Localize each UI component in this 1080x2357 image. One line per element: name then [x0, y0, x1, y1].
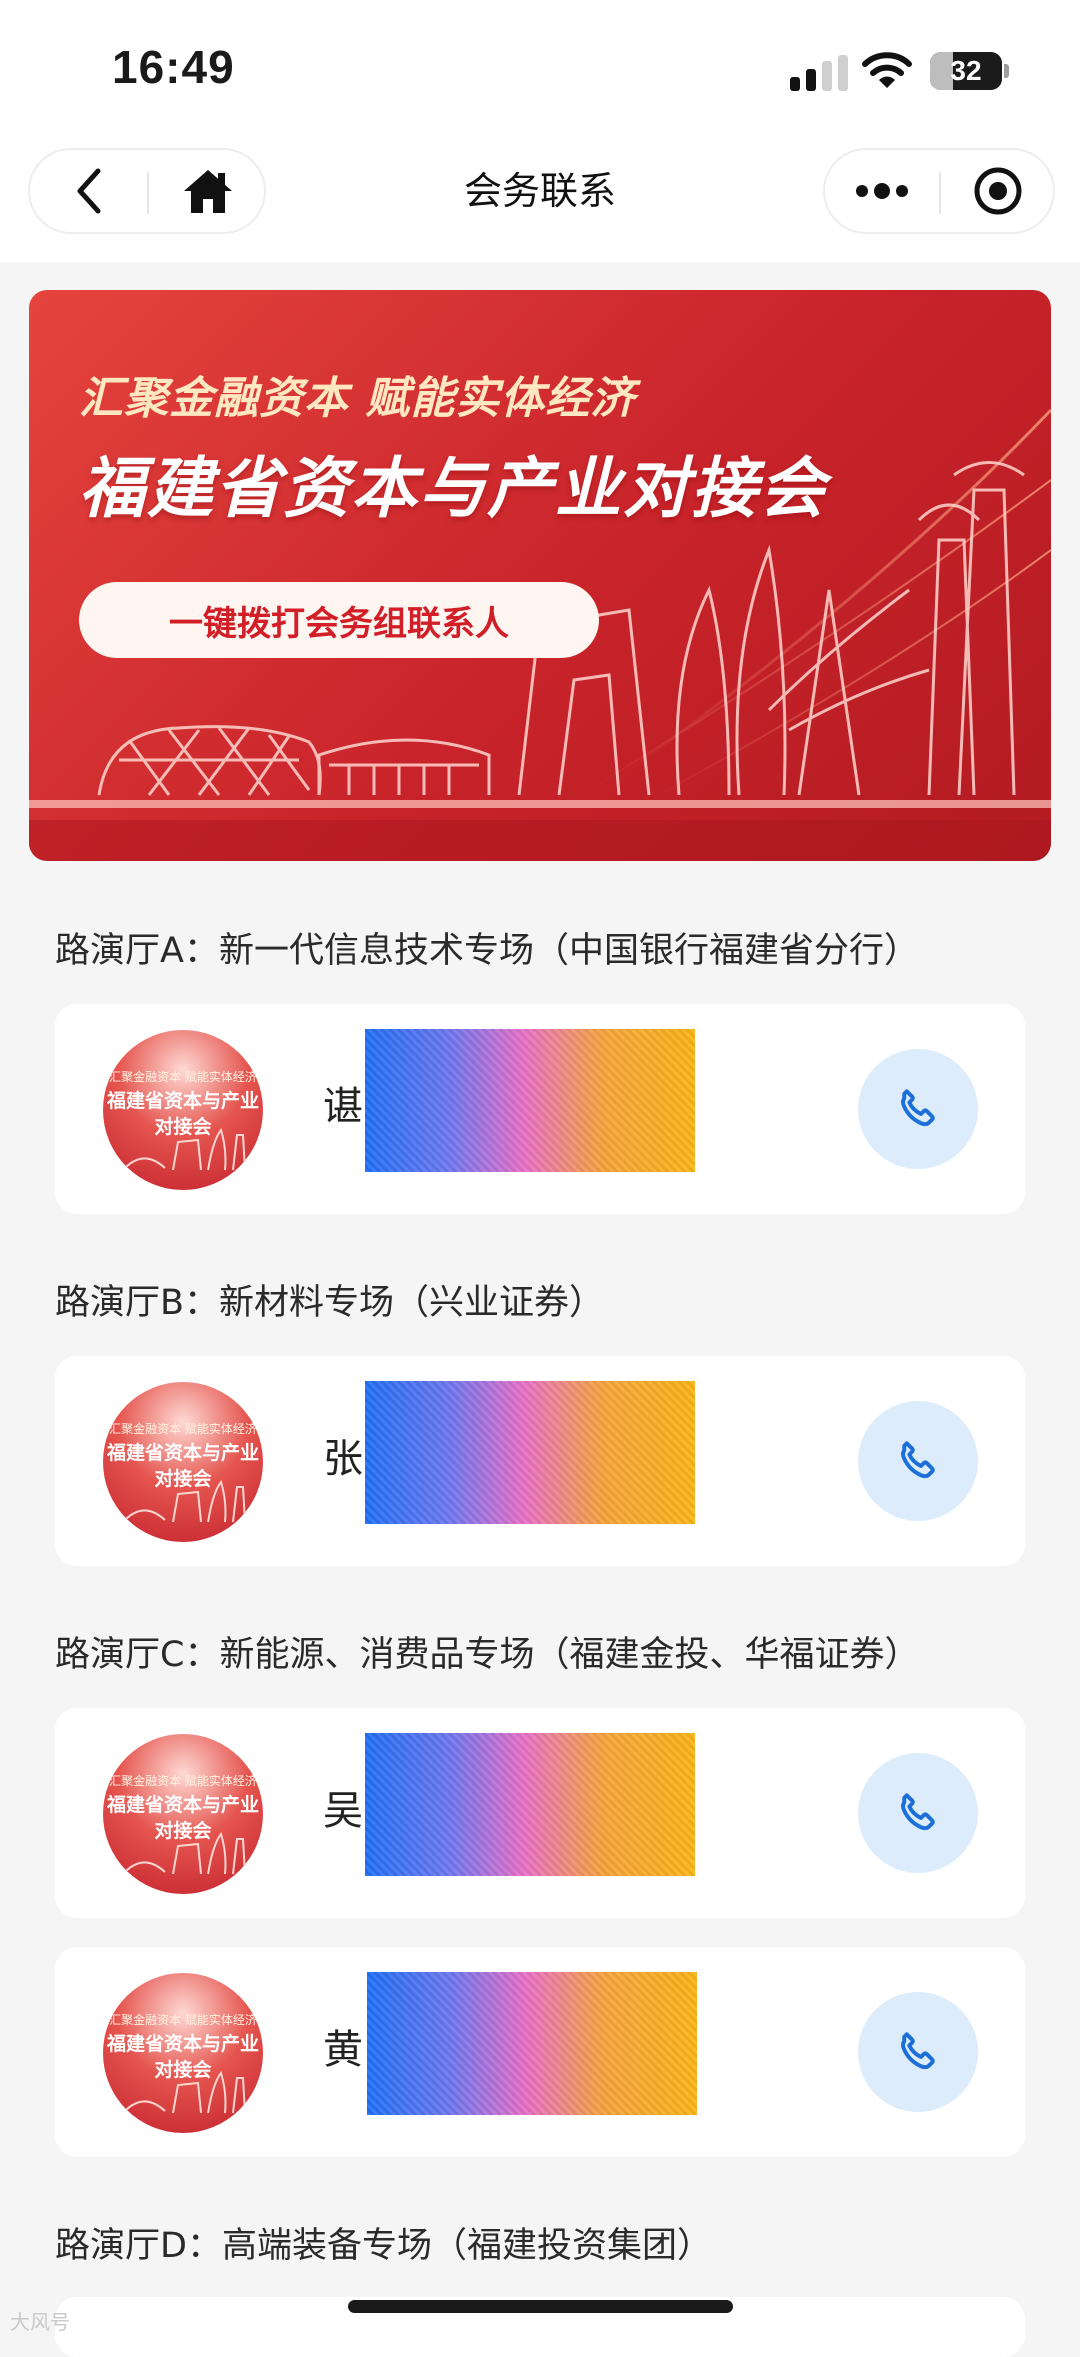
contact-name: 张 [323, 1436, 363, 1482]
call-organizer-button[interactable]: 一键拨打会务组联系人 [79, 582, 599, 658]
redacted-info [367, 1972, 697, 2115]
avatar: 汇聚金融资本 赋能实体经济 福建省资本与产业 对接会 [103, 1382, 263, 1542]
close-mini-program-button[interactable] [941, 150, 1055, 232]
banner-slogan: 汇聚金融资本 赋能实体经济 [79, 373, 636, 424]
content: 汇聚金融资本 赋能实体经济 福建省资本与产业对接会 一键拨打会务组联系人 路演厅… [0, 262, 1080, 2357]
more-button[interactable] [825, 150, 939, 232]
phone-icon [901, 2032, 935, 2070]
contact-card: 汇聚金融资本 赋能实体经济 福建省资本与产业 对接会 张 [55, 1356, 1025, 1566]
nav-bar: 会务联系 [0, 140, 1080, 262]
section-title-d: 路演厅D：高端装备专场（福建投资集团） [55, 2226, 712, 2266]
battery-icon: 32 [930, 52, 1002, 90]
phone-icon [901, 1793, 935, 1831]
avatar-skyline [122, 2070, 246, 2114]
avatar: 汇聚金融资本 赋能实体经济 福建省资本与产业 对接会 [103, 1973, 263, 2133]
nav-right-capsule [823, 148, 1055, 234]
contact-card: 汇聚金融资本 赋能实体经济 福建省资本与产业 对接会 吴 [55, 1708, 1025, 1918]
redacted-info [365, 1381, 695, 1524]
section-title-b: 路演厅B：新材料专场（兴业证券） [55, 1283, 605, 1323]
status-time: 16:49 [112, 41, 235, 93]
call-button[interactable] [858, 1992, 978, 2112]
wifi-icon [862, 50, 912, 90]
watermark: 大风号 [10, 2310, 70, 2334]
home-indicator[interactable] [348, 2300, 733, 2313]
phone-icon [901, 1441, 935, 1479]
call-button[interactable] [858, 1401, 978, 1521]
status-bar: 16:49 32 [0, 0, 1080, 140]
contact-name: 黄 [323, 2027, 363, 2073]
avatar-skyline [122, 1127, 246, 1171]
contact-name: 吴 [323, 1788, 363, 1834]
contact-card: 汇聚金融资本 赋能实体经济 福建省资本与产业 对接会 谌 [55, 1004, 1025, 1214]
redacted-info [365, 1733, 695, 1876]
close-mini-program-icon [974, 167, 1022, 215]
avatar-skyline [122, 1479, 246, 1523]
contact-card: 汇聚金融资本 赋能实体经济 福建省资本与产业 对接会 黄 [55, 1947, 1025, 2157]
banner-title: 福建省资本与产业对接会 [79, 450, 827, 527]
event-banner: 汇聚金融资本 赋能实体经济 福建省资本与产业对接会 一键拨打会务组联系人 [29, 290, 1051, 861]
more-icon [856, 183, 908, 199]
contact-name: 谌 [323, 1084, 363, 1130]
section-title-c: 路演厅C：新能源、消费品专场（福建金投、华福证券） [55, 1635, 920, 1675]
call-button[interactable] [858, 1049, 978, 1169]
battery-percent: 32 [950, 55, 982, 86]
battery-tip [1004, 64, 1009, 78]
section-title-a: 路演厅A：新一代信息技术专场（中国银行福建省分行） [55, 931, 919, 971]
signal-icon [790, 55, 848, 91]
avatar-skyline [122, 1831, 246, 1875]
redacted-info [365, 1029, 695, 1172]
avatar: 汇聚金融资本 赋能实体经济 福建省资本与产业 对接会 [103, 1734, 263, 1894]
avatar: 汇聚金融资本 赋能实体经济 福建省资本与产业 对接会 [103, 1030, 263, 1190]
phone-icon [901, 1089, 935, 1127]
call-button[interactable] [858, 1753, 978, 1873]
